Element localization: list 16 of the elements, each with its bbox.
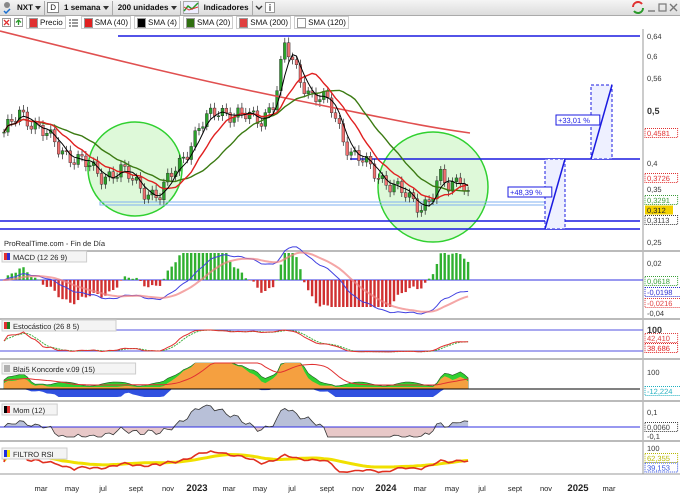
period-button[interactable]: D	[47, 2, 60, 13]
legend-item[interactable]: Precio	[26, 16, 66, 29]
legend-item[interactable]: SMA (120)	[294, 16, 349, 29]
symbol-dropdown[interactable]: NXT	[14, 0, 46, 14]
axis-tick-label: 100	[647, 325, 662, 335]
indicators-dropdown[interactable]: Indicadores	[200, 0, 253, 14]
legend-item[interactable]: SMA (20)	[182, 16, 234, 29]
legend-item[interactable]: SMA (200)	[236, 16, 292, 29]
timeframe-dropdown[interactable]: 1 semana	[61, 0, 113, 14]
legend-item[interactable]: SMA (4)	[134, 16, 180, 29]
legend-item[interactable]: SMA (40)	[80, 16, 132, 29]
units-dropdown[interactable]: 200 unidades	[114, 0, 181, 14]
axis-tick-label: 0,5	[647, 106, 660, 116]
axis-date-label: 2024	[375, 483, 397, 494]
axis-date-label: 2023	[186, 483, 208, 494]
axis-date-label: 2025	[567, 483, 589, 494]
